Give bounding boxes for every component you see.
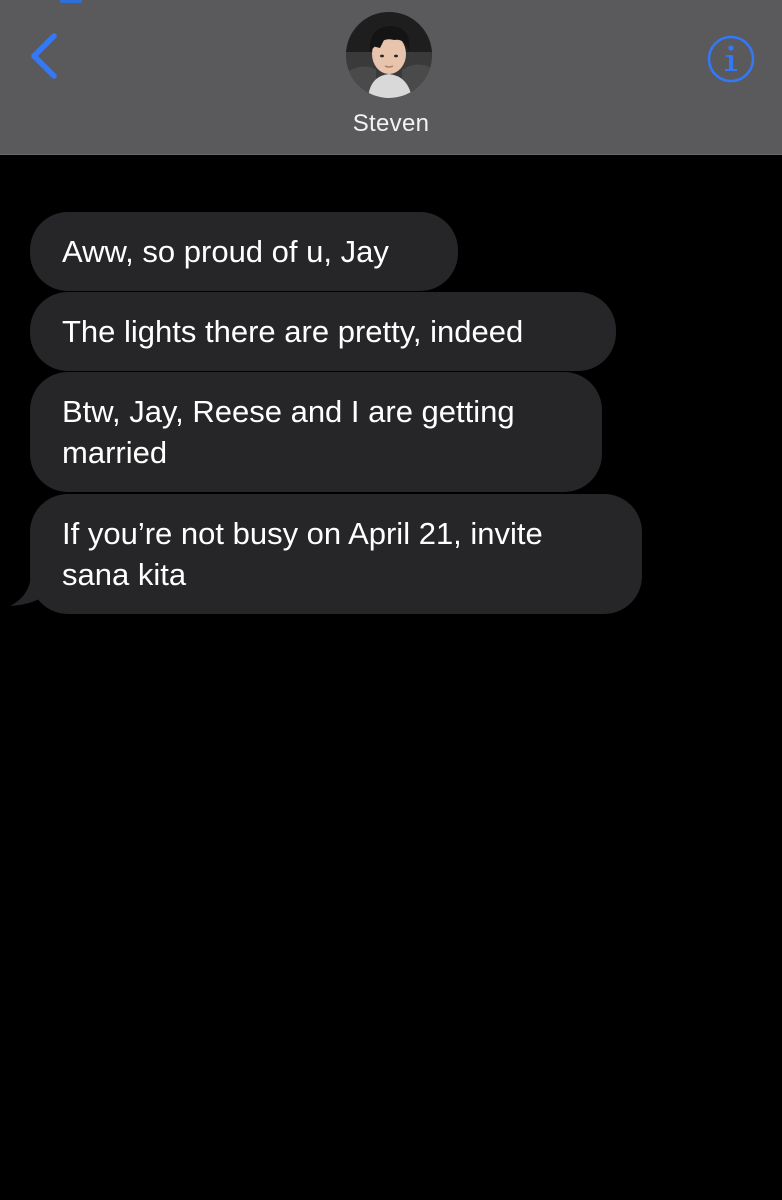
incoming-message-bubble[interactable]: The lights there are pretty, indeed [30, 292, 616, 371]
status-bar-fragment [60, 0, 82, 3]
contact-name[interactable]: Steven [0, 110, 782, 138]
incoming-message-bubble[interactable]: Aww, so proud of u, Jay [30, 212, 458, 291]
incoming-message-bubble[interactable]: Btw, Jay, Reese and I are getting marrie… [30, 372, 602, 492]
messages-screen: Steven Aww, so proud of u, Jay The light… [0, 0, 782, 1200]
conversation-header: Steven [0, 0, 782, 155]
incoming-message-bubble[interactable]: If you’re not busy on April 21, invite s… [30, 494, 642, 614]
back-button[interactable] [24, 30, 68, 82]
bubble-tail [10, 562, 48, 606]
avatar-photo [346, 12, 432, 98]
info-button[interactable] [706, 34, 756, 84]
chevron-left-icon [31, 33, 57, 79]
message-thread[interactable]: Aww, so proud of u, Jay The lights there… [0, 154, 782, 1200]
info-circle-icon [707, 35, 755, 83]
contact-avatar[interactable] [346, 12, 432, 98]
